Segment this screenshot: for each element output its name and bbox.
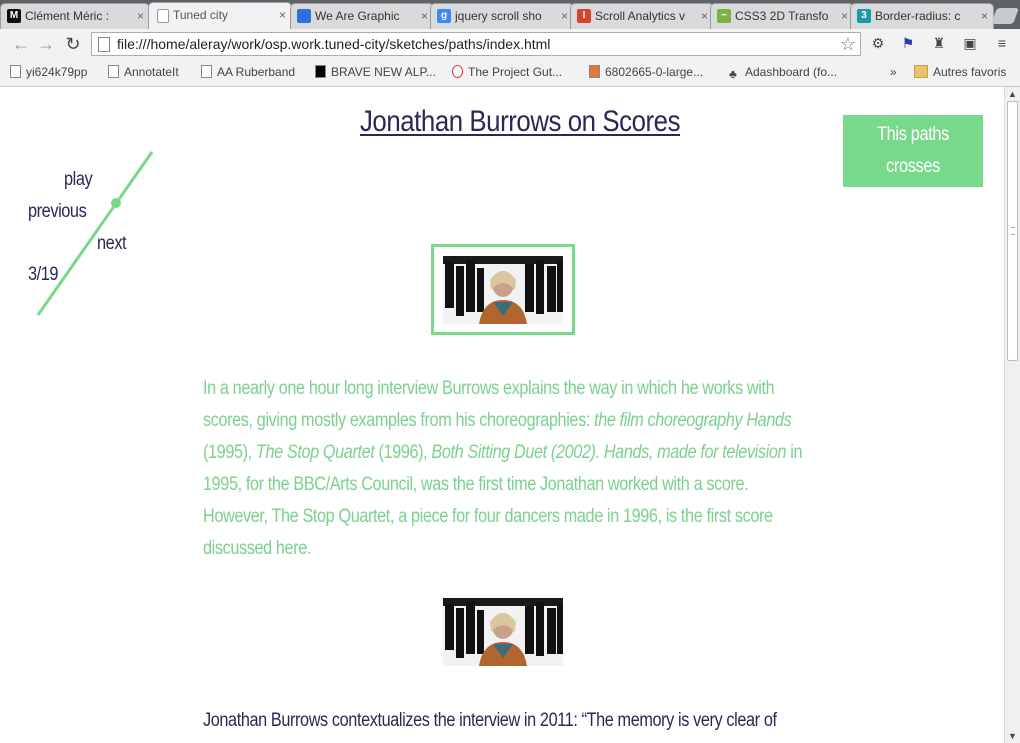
video-still-image[interactable] [443, 256, 563, 324]
folder-icon [914, 65, 928, 78]
back-arrow-icon[interactable]: ← [10, 33, 32, 55]
bookmark-item[interactable]: BRAVE NEW ALP... [315, 64, 436, 80]
scroll-up-arrow-icon[interactable]: ▲ [1008, 89, 1017, 99]
tab-strip: M Clément Méric : × Tuned city × We Are … [0, 0, 1020, 29]
tab-favicon-icon [297, 9, 311, 23]
tab-title: Scroll Analytics v [595, 9, 686, 23]
tab-title: jquery scroll sho [455, 9, 542, 23]
bookmark-item[interactable]: 6802665-0-large... [589, 64, 703, 80]
tab-favicon-icon: M [7, 9, 21, 23]
alp-logo-icon [315, 65, 326, 78]
bookmark-label: yi624k79pp [26, 65, 88, 79]
page-icon [10, 65, 21, 78]
gutenberg-icon [452, 65, 463, 78]
tab-title: Border-radius: c [875, 9, 961, 23]
tab-favicon-icon: I [577, 9, 591, 23]
extension-flag-icon[interactable]: ⚑ [899, 34, 917, 52]
tab-border-radius[interactable]: 3 Border-radius: c × [850, 3, 994, 29]
intro-paragraph: In a nearly one hour long interview Burr… [203, 373, 813, 565]
bookmark-label: The Project Gut... [468, 65, 563, 79]
paragraph-text: Jonathan Burrows contextualizes the inte… [203, 710, 777, 731]
tab-title: Clément Méric : [25, 9, 110, 23]
gear-icon[interactable]: ⚙ [869, 34, 887, 52]
tab-favicon-icon: 3 [857, 9, 871, 23]
vertical-scrollbar[interactable]: ▲ ▼ [1004, 87, 1020, 743]
close-icon[interactable]: × [421, 4, 428, 28]
bookmark-item[interactable]: ♣ Adashboard (fo... [729, 64, 838, 81]
page-favicon-icon [157, 9, 169, 23]
tab-jquery-scroll[interactable]: g jquery scroll sho × [430, 3, 574, 29]
next-link[interactable]: next [97, 233, 131, 255]
image-icon [589, 65, 600, 78]
other-bookmarks-folder[interactable]: Autres favoris [914, 64, 1006, 80]
path-navigation: play previous next 3/19 [0, 147, 170, 322]
address-bar[interactable]: file:///home/aleray/work/osp.work.tuned-… [91, 32, 861, 56]
toolbar: ← → ↻ file:///home/aleray/work/osp.work.… [0, 29, 1020, 60]
close-icon[interactable]: × [841, 4, 848, 28]
scroll-down-arrow-icon[interactable]: ▼ [1008, 731, 1017, 741]
tab-we-are-graphic[interactable]: We Are Graphic × [290, 3, 434, 29]
bookmark-item[interactable]: AnnotateIt [108, 64, 179, 80]
google-icon: g [437, 9, 451, 23]
work-title: the film choreography Hands [594, 410, 792, 431]
bookmark-label: Adashboard (fo... [745, 65, 838, 79]
bookmark-item[interactable]: The Project Gut... [452, 64, 562, 80]
tab-clement-meric[interactable]: M Clément Méric : × [0, 3, 150, 29]
bookmark-label: AnnotateIt [124, 65, 179, 79]
bookmark-item[interactable]: yi624k79pp [10, 64, 87, 80]
tab-title: We Are Graphic [315, 9, 400, 23]
tab-css3-transform[interactable]: ~ CSS3 2D Transfo × [710, 3, 854, 29]
video-thumbnail-framed[interactable] [431, 244, 575, 335]
close-icon[interactable]: × [279, 3, 286, 27]
page-title: Jonathan Burrows on Scores [359, 105, 681, 138]
video-still-image[interactable] [443, 598, 563, 666]
page-icon [108, 65, 119, 78]
close-icon[interactable]: × [981, 4, 988, 28]
bookmarks-overflow-button[interactable]: » [890, 64, 897, 80]
tab-title: Tuned city [173, 8, 228, 22]
badge-line: This paths crosses [877, 124, 949, 177]
scrollbar-thumb[interactable] [1007, 101, 1018, 361]
tab-scroll-analytics[interactable]: I Scroll Analytics v × [570, 3, 714, 29]
menu-icon[interactable]: ≡ [993, 34, 1011, 52]
new-tab-button[interactable] [991, 8, 1019, 24]
bookmark-label: AA Ruberband [217, 65, 296, 79]
screenshot-extension-icon[interactable]: ▣ [961, 34, 979, 52]
page-icon [98, 37, 110, 52]
page-viewport: Jonathan Burrows on Scores This paths cr… [0, 87, 1004, 743]
context-paragraph: Jonathan Burrows contextualizes the inte… [203, 705, 813, 737]
scroll-grip [1011, 227, 1015, 235]
url-text[interactable]: file:///home/aleray/work/osp.work.tuned-… [117, 33, 550, 55]
paragraph-text: (1995), [203, 442, 256, 463]
bookmarks-bar: yi624k79pp AnnotateIt AA Ruberband BRAVE… [0, 60, 1020, 87]
bookmark-star-icon[interactable]: ☆ [840, 33, 856, 55]
bookmark-label: Autres favoris [933, 65, 1007, 79]
paths-crossing-badge[interactable]: This paths crosses The Tuning Scores [843, 115, 983, 241]
close-icon[interactable]: × [137, 4, 144, 28]
badge-line: The Tuning Scores [873, 188, 953, 241]
path-position-counter: 3/19 [28, 264, 59, 285]
tab-tuned-city[interactable]: Tuned city × [148, 2, 292, 29]
path-position-dot [111, 198, 121, 208]
paragraph-text: (1996), [374, 442, 432, 463]
page-icon [201, 65, 212, 78]
bookmark-label: BRAVE NEW ALP... [331, 65, 436, 79]
tab-favicon-icon: ~ [717, 9, 731, 23]
play-link[interactable]: play [64, 169, 97, 191]
previous-link[interactable]: previous [28, 201, 96, 223]
work-title: The Stop Quartet [255, 442, 375, 463]
extension-icon[interactable]: ♜ [930, 34, 948, 52]
bookmark-label: 6802665-0-large... [605, 65, 704, 79]
work-title: Both Sitting Duet (2002). Hands, made fo… [431, 442, 787, 463]
close-icon[interactable]: × [561, 4, 568, 28]
tab-title: CSS3 2D Transfo [735, 9, 829, 23]
bookmark-item[interactable]: AA Ruberband [201, 64, 295, 80]
dashboard-icon: ♣ [729, 67, 737, 81]
close-icon[interactable]: × [701, 4, 708, 28]
forward-arrow-icon[interactable]: → [35, 33, 57, 55]
reload-icon[interactable]: ↻ [62, 33, 84, 55]
